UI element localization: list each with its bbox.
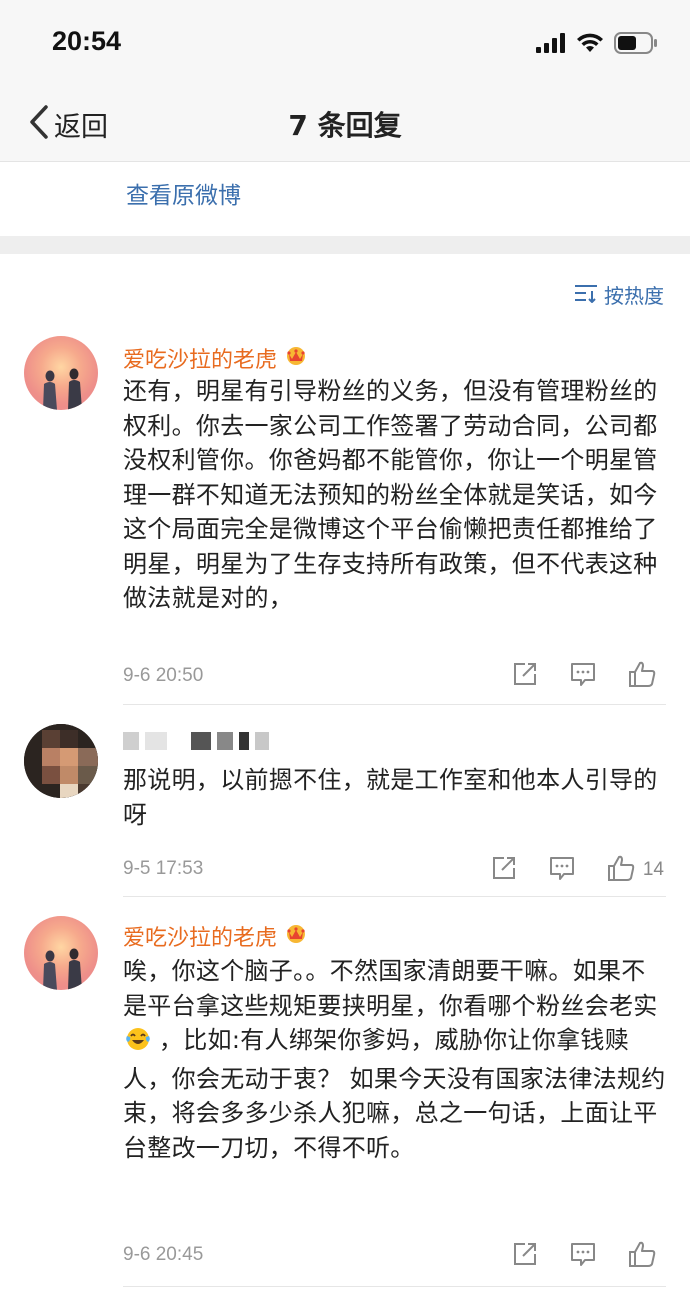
username-obscured[interactable] — [123, 732, 275, 750]
avatar[interactable] — [24, 724, 98, 798]
divider — [123, 1286, 666, 1287]
tears-of-joy-emoji — [125, 1026, 151, 1062]
username[interactable]: 爱吃沙拉的老虎 — [123, 920, 309, 952]
nav-bar: 返回 7 条回复 — [0, 88, 690, 162]
comment-item: 爱吃沙拉的老虎 唉，你这个脑子。。不然国家清朗要干嘛。如果不是平台拿这些规矩要挟… — [0, 914, 690, 1293]
comment-button[interactable] — [570, 1241, 596, 1271]
section-divider — [0, 236, 690, 254]
avatar[interactable] — [24, 916, 98, 990]
crown-badge-icon — [283, 344, 309, 372]
username[interactable]: 爱吃沙拉的老虎 — [123, 342, 309, 374]
like-button[interactable]: 14 — [607, 854, 664, 886]
wifi-icon — [576, 33, 604, 57]
share-button[interactable] — [491, 855, 517, 885]
sort-label: 按热度 — [604, 284, 664, 308]
share-button[interactable] — [512, 661, 538, 691]
like-icon — [628, 660, 656, 692]
comment-actions: 14 — [491, 854, 664, 886]
comment-icon — [570, 1241, 596, 1271]
crown-badge-icon — [283, 922, 309, 950]
comment-text: 那说明，以前摁不住，就是工作室和他本人引导的呀 — [123, 766, 658, 829]
avatar[interactable] — [24, 336, 98, 410]
comment-icon — [549, 855, 575, 885]
view-original-link[interactable]: 查看原微博 — [126, 176, 241, 210]
comment-item: 那说明，以前摁不住，就是工作室和他本人引导的呀 9-5 17:53 14 — [0, 704, 690, 896]
comment-actions — [512, 1240, 664, 1272]
page-title: 7 条回复 — [288, 109, 402, 142]
share-icon — [512, 1241, 538, 1271]
sort-button[interactable]: 按热度 — [574, 280, 664, 309]
comment-button[interactable] — [570, 661, 596, 691]
comment-text: 唉，你这个脑子。。不然国家清朗要干嘛。如果不是平台拿这些规矩要挟明星，你看哪个粉… — [123, 957, 666, 1162]
signal-icon — [536, 33, 566, 57]
comment-time: 9-5 17:53 — [123, 858, 204, 879]
sort-icon — [574, 283, 598, 307]
like-button[interactable] — [628, 660, 664, 692]
original-link-area: 查看原微博 — [0, 162, 690, 236]
divider — [123, 896, 666, 897]
like-icon — [628, 1240, 656, 1272]
comment-text: 还有，明星有引导粉丝的义务，但没有管理粉丝的权利。你去一家公司工作签署了劳动合同… — [123, 377, 658, 612]
comment-icon — [570, 661, 596, 691]
share-icon — [512, 661, 538, 691]
share-button[interactable] — [512, 1241, 538, 1271]
comment-time: 9-6 20:50 — [123, 665, 204, 686]
status-bar: 20:54 — [0, 0, 690, 88]
comment-item: 爱吃沙拉的老虎 还有，明星有引导粉丝的义务，但没有管理粉丝的权利。你去一家公司工… — [0, 334, 690, 704]
share-icon — [491, 855, 517, 885]
status-icons — [536, 32, 658, 58]
like-icon — [607, 854, 635, 886]
like-button[interactable] — [628, 1240, 664, 1272]
comment-button[interactable] — [549, 855, 575, 885]
comment-actions — [512, 660, 664, 692]
like-count: 14 — [642, 859, 664, 880]
status-time: 20:54 — [52, 26, 122, 56]
comment-time: 9-6 20:45 — [123, 1244, 204, 1265]
battery-icon — [614, 32, 658, 58]
